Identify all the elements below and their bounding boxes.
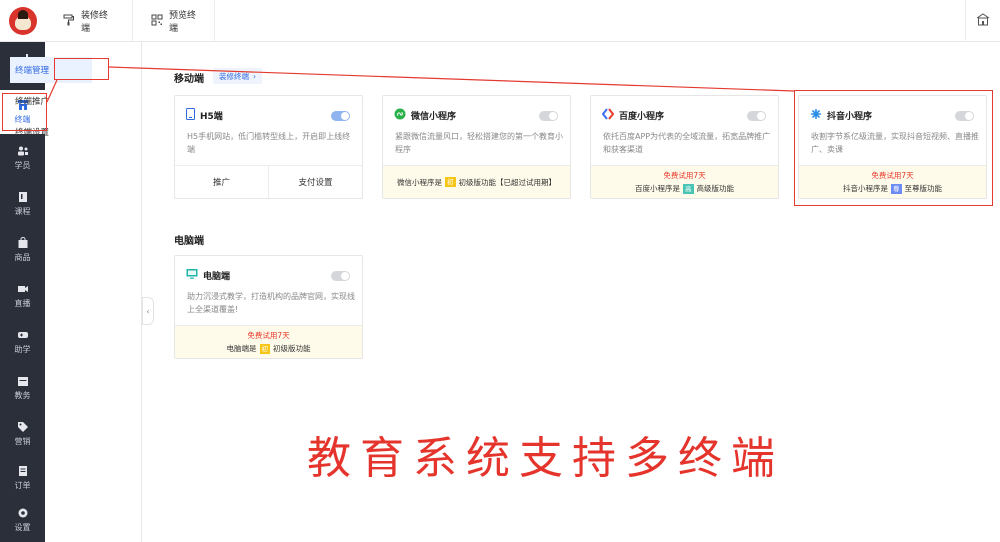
overlay-caption: 教育系统支持多终端 xyxy=(307,433,784,484)
